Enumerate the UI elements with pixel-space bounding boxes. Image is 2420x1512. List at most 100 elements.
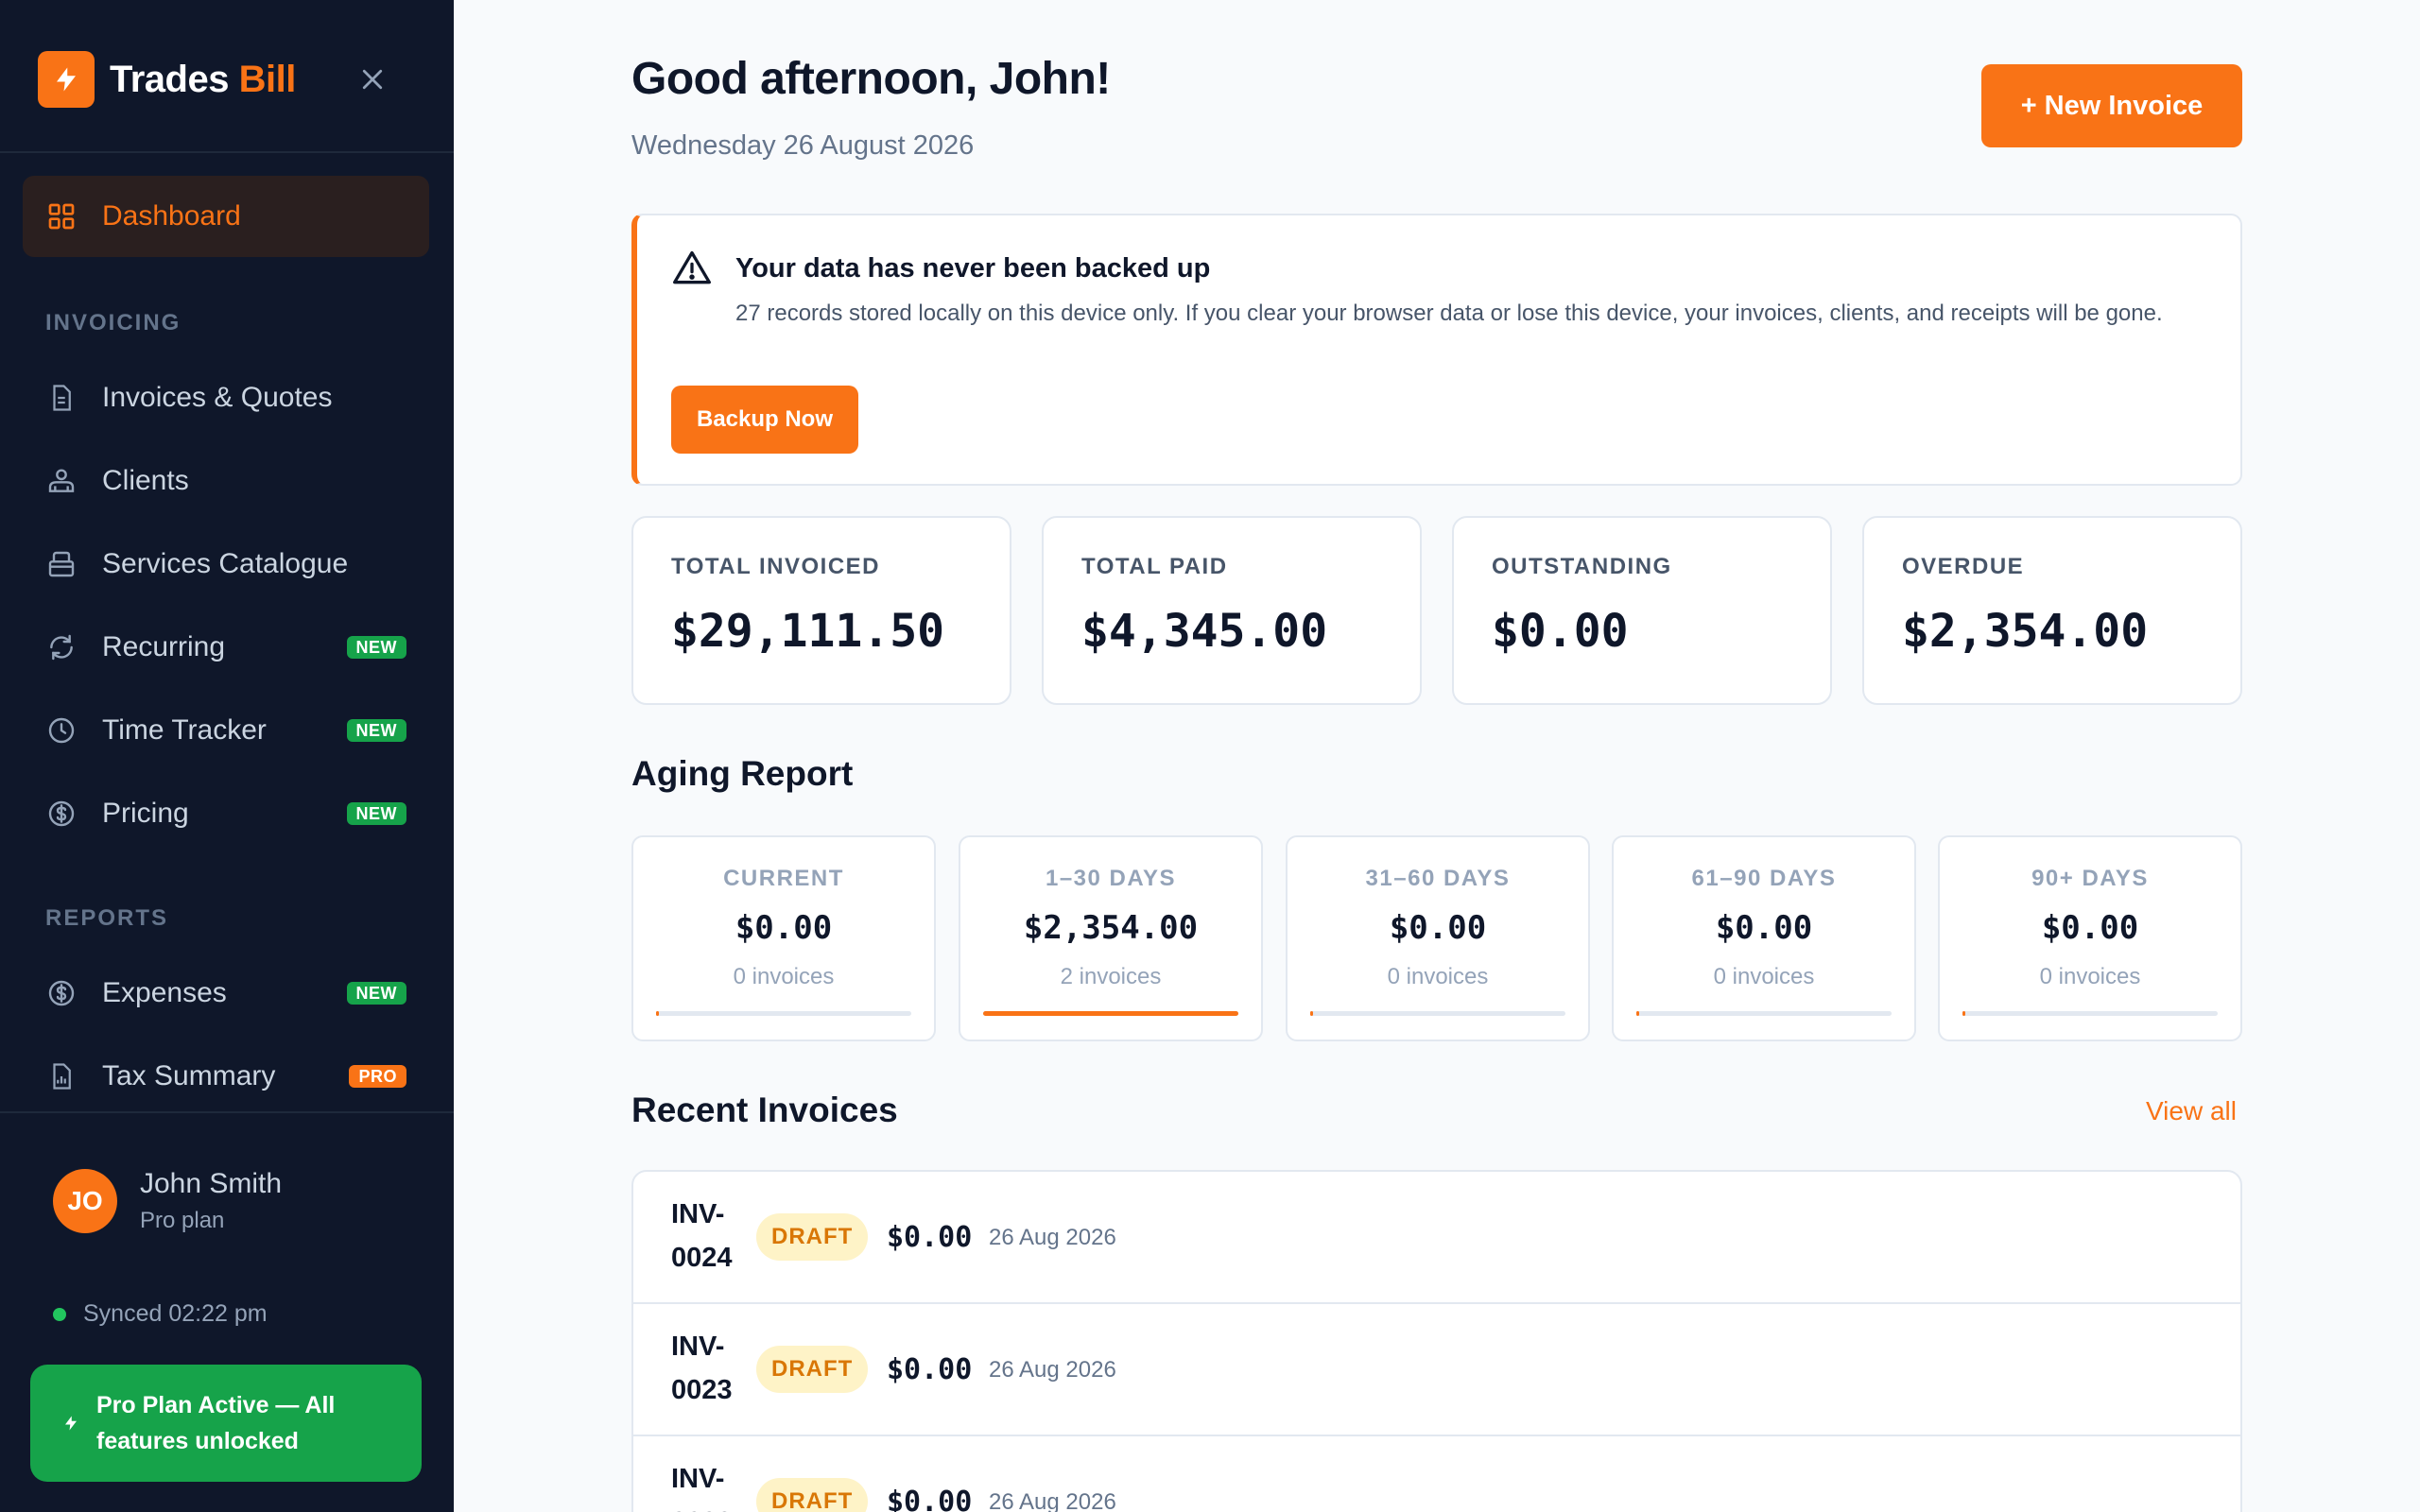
invoice-number: INV-0022 [671, 1464, 733, 1512]
stat-value: $0.00 [1492, 605, 1629, 658]
sidebar-item-time-tracker[interactable]: Time Tracker NEW [23, 690, 429, 771]
stat-label: TOTAL INVOICED [671, 554, 881, 579]
invoice-date: 26 Aug 2026 [989, 1489, 1116, 1512]
aging-progress-fill [1636, 1011, 1639, 1016]
status-badge: DRAFT [756, 1346, 869, 1393]
sidebar-item-pricing[interactable]: Pricing NEW [23, 773, 429, 854]
sidebar-item-dashboard[interactable]: Dashboard [23, 176, 429, 257]
aging-progress-fill [656, 1011, 659, 1016]
sync-status-text: Synced 02:22 pm [83, 1300, 268, 1327]
pro-plan-text: Pro Plan Active — All features unlocked [96, 1392, 336, 1454]
stat-card-total-paid: TOTAL PAID $4,345.00 [1042, 516, 1422, 705]
sidebar-item-label: Services Catalogue [102, 548, 349, 579]
backup-alert: Your data has never been backed up 27 re… [631, 214, 2242, 486]
aging-bucket-61-90[interactable]: 61–90 DAYS $0.00 0 invoices [1612, 835, 1916, 1041]
sidebar-item-label: Invoices & Quotes [102, 382, 333, 413]
sidebar-item-tax-summary[interactable]: Tax Summary PRO [23, 1036, 429, 1117]
box-icon [45, 548, 78, 580]
invoice-date: 26 Aug 2026 [989, 1225, 1116, 1250]
stat-card-outstanding: OUTSTANDING $0.00 [1452, 516, 1832, 705]
sidebar-item-label: Pricing [102, 798, 189, 829]
aging-progress-fill [983, 1011, 1238, 1016]
aging-label: 1–30 DAYS [1045, 866, 1177, 891]
grid-icon [45, 200, 78, 232]
divider [0, 1111, 454, 1113]
alert-body: 27 records stored locally on this device… [735, 301, 2163, 326]
aging-progress-fill [1310, 1011, 1313, 1016]
aging-bucket-31-60[interactable]: 31–60 DAYS $0.00 0 invoices [1286, 835, 1590, 1041]
page-title: Good afternoon, John! [631, 54, 1111, 104]
sidebar-item-recurring[interactable]: Recurring NEW [23, 607, 429, 688]
sidebar-item-expenses[interactable]: Expenses NEW [23, 953, 429, 1034]
new-badge: NEW [346, 719, 406, 742]
backup-now-button[interactable]: Backup Now [671, 386, 858, 454]
aging-progress [1636, 1011, 1892, 1016]
stat-label: OUTSTANDING [1492, 554, 1672, 579]
new-invoice-button[interactable]: + New Invoice [1981, 64, 2242, 147]
recent-invoices-list: INV-0024 DRAFT $0.00 26 Aug 2026 INV-002… [631, 1170, 2242, 1512]
aging-label: 61–90 DAYS [1691, 866, 1837, 891]
refresh-icon [45, 631, 78, 663]
stat-card-overdue: OVERDUE $2,354.00 [1862, 516, 2242, 705]
avatar: JO [53, 1169, 117, 1233]
aging-count: 0 invoices [733, 964, 835, 989]
status-badge: DRAFT [756, 1213, 869, 1261]
divider [0, 151, 454, 153]
stat-value: $4,345.00 [1081, 605, 1328, 658]
aging-bucket-90-plus[interactable]: 90+ DAYS $0.00 0 invoices [1938, 835, 2242, 1041]
sidebar-item-services[interactable]: Services Catalogue [23, 524, 429, 605]
sidebar-item-label: Expenses [102, 977, 227, 1008]
aging-progress [1310, 1011, 1565, 1016]
dollar-icon [45, 977, 78, 1009]
pro-plan-banner[interactable]: Pro Plan Active — All features unlocked [30, 1365, 422, 1482]
aging-progress [1962, 1011, 2218, 1016]
clock-icon [45, 714, 78, 747]
stat-value: $29,111.50 [671, 605, 944, 658]
sidebar-item-invoices[interactable]: Invoices & Quotes [23, 357, 429, 438]
aging-bucket-1-30[interactable]: 1–30 DAYS $2,354.00 2 invoices [959, 835, 1263, 1041]
aging-count: 2 invoices [1060, 964, 1162, 989]
brand-name: Trades Bill [110, 58, 296, 100]
users-icon [45, 465, 78, 497]
new-badge: NEW [346, 636, 406, 659]
aging-progress [656, 1011, 911, 1016]
aging-value: $0.00 [735, 909, 833, 947]
section-label-invoicing: INVOICING [45, 310, 182, 335]
aging-bucket-current[interactable]: CURRENT $0.00 0 invoices [631, 835, 936, 1041]
warning-icon [671, 248, 713, 294]
dollar-icon [45, 798, 78, 830]
close-sidebar-button[interactable] [354, 60, 391, 98]
brand[interactable]: Trades Bill [38, 51, 296, 108]
aging-count: 0 invoices [2039, 964, 2141, 989]
user-profile[interactable]: JO John Smith Pro plan [53, 1168, 282, 1234]
status-dot [53, 1307, 66, 1321]
new-badge: NEW [346, 982, 406, 1005]
aging-progress-fill [1962, 1011, 1965, 1016]
aging-label: CURRENT [723, 866, 844, 891]
invoice-row[interactable]: INV-0022 DRAFT $0.00 26 Aug 2026 [633, 1436, 2240, 1512]
lightning-icon [38, 51, 95, 108]
document-icon [45, 382, 78, 414]
invoice-row[interactable]: INV-0023 DRAFT $0.00 26 Aug 2026 [633, 1304, 2240, 1436]
aging-label: 31–60 DAYS [1365, 866, 1511, 891]
invoice-amount: $0.00 [887, 1486, 973, 1512]
aging-report-title: Aging Report [631, 754, 854, 793]
status-badge: DRAFT [756, 1478, 869, 1512]
aging-count: 0 invoices [1713, 964, 1815, 989]
aging-value: $2,354.00 [1023, 909, 1199, 947]
stat-card-total-invoiced: TOTAL INVOICED $29,111.50 [631, 516, 1011, 705]
invoice-date: 26 Aug 2026 [989, 1357, 1116, 1383]
invoice-row[interactable]: INV-0024 DRAFT $0.00 26 Aug 2026 [633, 1172, 2240, 1304]
view-all-link[interactable]: View all [2146, 1096, 2237, 1126]
stat-label: OVERDUE [1902, 554, 2025, 579]
invoice-number: INV-0024 [671, 1199, 733, 1273]
sync-status: Synced 02:22 pm [53, 1300, 268, 1328]
aging-value: $0.00 [2041, 909, 2139, 947]
report-icon [45, 1060, 78, 1092]
sidebar-item-clients[interactable]: Clients [23, 440, 429, 522]
stat-value: $2,354.00 [1902, 605, 2149, 658]
user-plan: Pro plan [140, 1208, 225, 1233]
current-date: Wednesday 26 August 2026 [631, 130, 975, 161]
sidebar-item-label: Clients [102, 465, 189, 496]
close-icon [362, 69, 383, 90]
